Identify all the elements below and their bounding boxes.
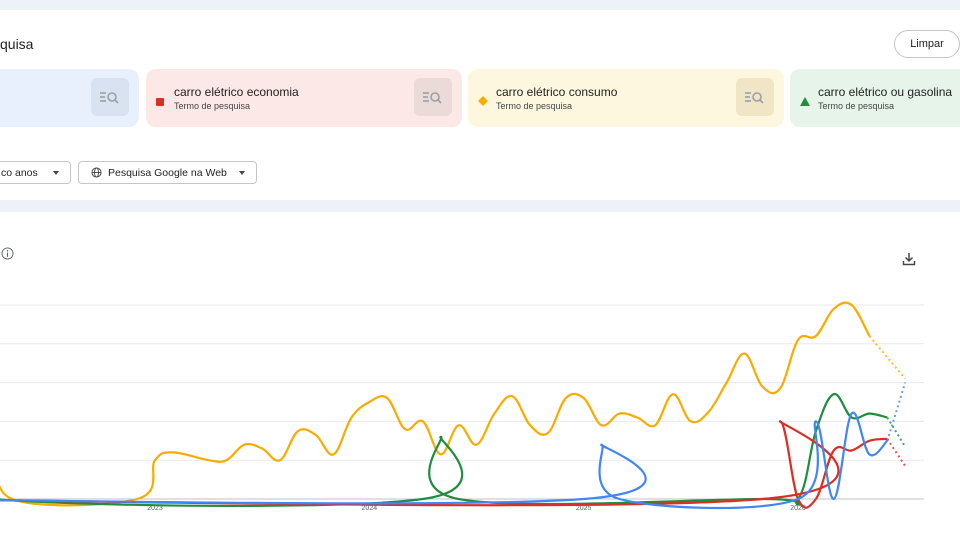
diamond-marker-icon: [478, 93, 488, 111]
series-projection-3: [886, 438, 907, 467]
term-card-gasolina[interactable]: carro elétrico ou gasolina Termo de pesq…: [790, 69, 960, 127]
search-term-icon[interactable]: [414, 78, 452, 116]
term-card-consumo[interactable]: carro elétrico consumo Termo de pesquisa: [468, 69, 784, 127]
series-line-1: [0, 301, 871, 507]
term-type: Termo de pesquisa: [818, 101, 895, 111]
clear-button[interactable]: Limpar: [894, 30, 960, 58]
search-term-icon[interactable]: [736, 78, 774, 116]
x-tick-label: 2025: [576, 505, 592, 512]
term-card-economia[interactable]: carro elétrico economia Termo de pesquis…: [146, 69, 462, 127]
term-label: carro elétrico consumo: [496, 85, 618, 99]
chevron-down-icon: [238, 170, 245, 175]
search-term-icon[interactable]: [91, 78, 129, 116]
period-value: co anos: [1, 166, 38, 179]
source-filter[interactable]: Pesquisa Google na Web: [78, 161, 257, 184]
series-projection-1: [868, 335, 906, 380]
globe-icon: [91, 167, 102, 178]
series-line-2: [0, 393, 888, 508]
interest-over-time-panel: 2023 2024 2025 2026: [0, 212, 960, 540]
page-title: quisa: [0, 36, 34, 52]
term-type: Termo de pesquisa: [174, 101, 251, 111]
search-terms-panel: quisa Limpar carro elétrico economia Ter…: [0, 10, 960, 200]
chevron-down-icon: [52, 170, 59, 175]
term-type: Termo de pesquisa: [496, 101, 573, 111]
term-card-1[interactable]: [0, 69, 139, 127]
term-label: carro elétrico economia: [174, 85, 299, 99]
term-label: carro elétrico ou gasolina: [818, 85, 953, 99]
interest-over-time-chart: 2023 2024 2025 2026: [0, 301, 924, 512]
x-tick-label: 2024: [362, 505, 378, 512]
triangle-marker-icon: [800, 93, 810, 111]
source-value: Pesquisa Google na Web: [108, 166, 227, 179]
period-filter[interactable]: co anos: [0, 161, 71, 184]
square-marker-icon: [156, 93, 164, 111]
series-projection-4: [886, 382, 907, 442]
